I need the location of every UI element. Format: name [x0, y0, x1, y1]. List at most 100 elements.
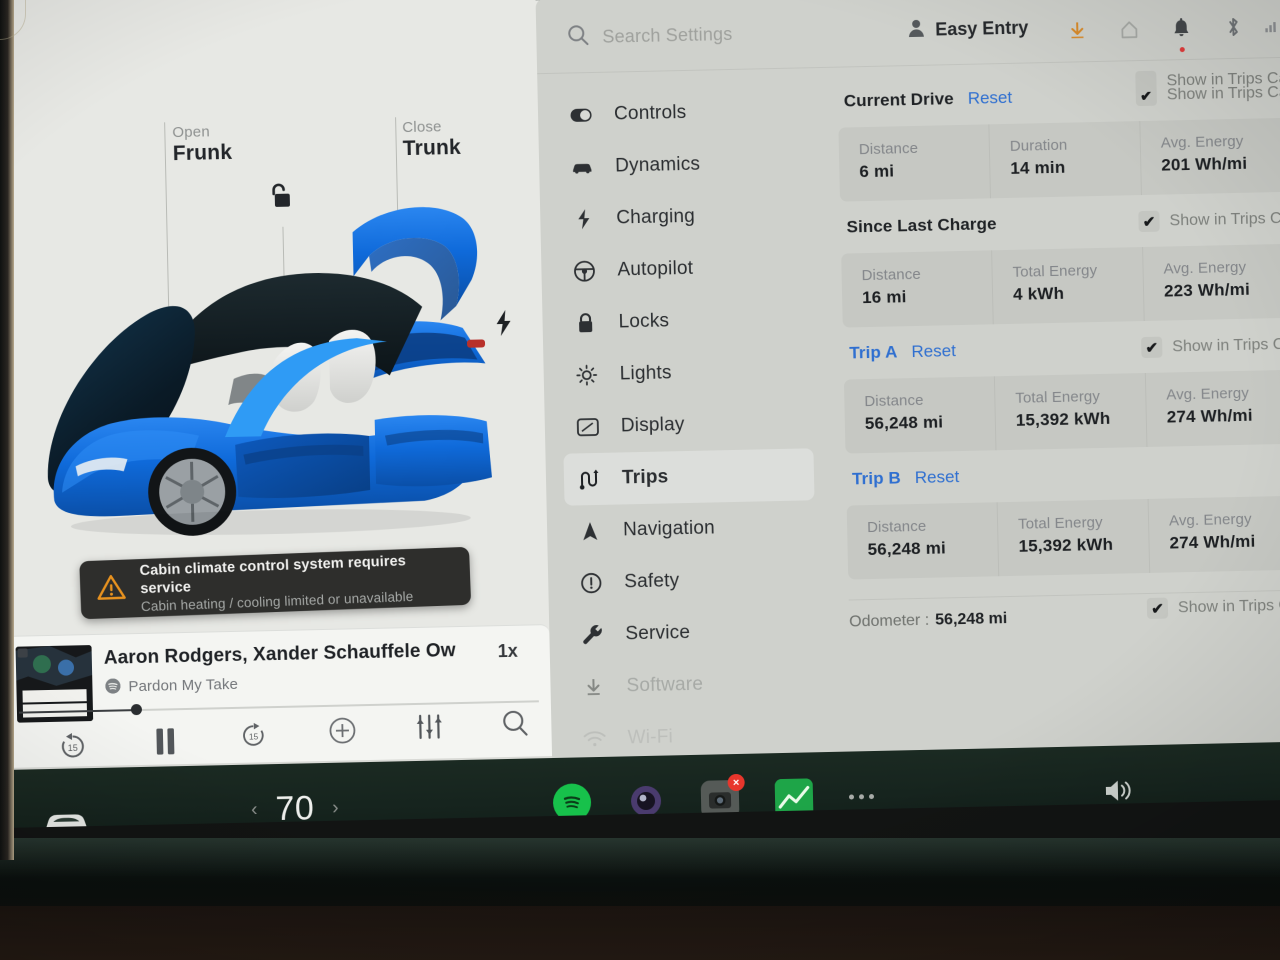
- checkbox-label: Show in Trips Ca: [1172, 335, 1280, 355]
- camera-app-icon[interactable]: ×: [700, 773, 745, 819]
- sidebar-label: Charging: [616, 205, 696, 229]
- temp-increase-button[interactable]: ›: [332, 797, 339, 819]
- sidebar-item-service[interactable]: Service: [567, 604, 818, 661]
- frunk-button[interactable]: Open Frunk: [172, 123, 232, 167]
- checkbox-unchecked[interactable]: ✔: [1135, 70, 1157, 93]
- search-input[interactable]: Search Settings: [602, 24, 733, 48]
- trip-section-title[interactable]: Trip A: [849, 342, 898, 363]
- progress-fill: [18, 709, 137, 714]
- trip-section-title: Since Last Charge: [846, 214, 997, 237]
- settings-topbar: Search Settings Easy Entry: [535, 0, 1280, 75]
- progress-knob[interactable]: [130, 703, 143, 716]
- volume-icon[interactable]: [1103, 777, 1136, 809]
- stat-cell: Avg. Energy 223 Wh/mi: [1143, 244, 1280, 321]
- browser-app-icon[interactable]: [627, 782, 666, 821]
- stat-value: 223 Wh/mi: [1163, 279, 1251, 301]
- temp-decrease-button[interactable]: ‹: [251, 799, 258, 821]
- odometer-row: Odometer : 56,248 mi ✔ Show in Trips Ca: [848, 589, 1280, 634]
- wifi-icon: [583, 731, 606, 747]
- stat-value: 15,392 kWh: [1018, 534, 1114, 556]
- show-in-trips-card-toggle[interactable]: ✔ Show in Trips Ca: [1138, 208, 1280, 233]
- trip-stats-card: Distance 56,248 mi Total Energy 15,392 k…: [846, 495, 1280, 580]
- temperature-value[interactable]: 70: [275, 789, 315, 828]
- sidebar-label: Service: [625, 621, 691, 645]
- odometer-label: Odometer :: [848, 611, 930, 631]
- media-progress-slider[interactable]: [18, 694, 539, 719]
- spotify-app-icon[interactable]: [552, 783, 592, 823]
- trip-stats-card: Distance 6 mi Duration 14 min Avg. Energ…: [838, 117, 1280, 202]
- sidebar-label: Trips: [621, 466, 669, 489]
- screen-glare: [0, 838, 1280, 878]
- stat-cell: Distance 16 mi: [841, 250, 994, 328]
- stat-label: Avg. Energy: [1168, 510, 1252, 530]
- show-in-trips-card-toggle[interactable]: ✔ Show in Trips Ca: [1141, 334, 1280, 359]
- home-icon[interactable]: [1103, 9, 1156, 50]
- media-player-card[interactable]: Aaron Rodgers, Xander Schauffele Ow Pard…: [3, 624, 553, 768]
- stat-value: 14 min: [1010, 157, 1066, 178]
- playback-speed-button[interactable]: 1x: [497, 641, 517, 662]
- stat-cell: Duration 14 min: [989, 121, 1142, 199]
- search-icon[interactable]: [566, 23, 591, 53]
- alert-circle-icon: [580, 572, 602, 594]
- checkbox-checked[interactable]: ✔: [1138, 210, 1160, 233]
- bolt-icon: [572, 208, 594, 230]
- profile-name: Easy Entry: [935, 17, 1029, 40]
- profile-button[interactable]: Easy Entry: [906, 15, 1029, 43]
- sidebar-item-trips[interactable]: Trips: [563, 448, 815, 506]
- sidebar-item-wifi[interactable]: Wi-Fi: [569, 708, 820, 758]
- reset-button[interactable]: Reset: [911, 341, 956, 362]
- svg-text:15: 15: [68, 743, 78, 753]
- climate-control[interactable]: ‹ 70 ›: [251, 789, 339, 829]
- sidebar-item-dynamics[interactable]: Dynamics: [557, 136, 808, 193]
- person-icon: [906, 18, 927, 43]
- screen-bezel-left: [0, 0, 14, 860]
- show-in-trips-card-toggle[interactable]: ✔ Show in Trips Ca: [1135, 68, 1280, 93]
- pause-icon[interactable]: [151, 725, 180, 763]
- reset-button[interactable]: Reset: [968, 88, 1013, 109]
- sidebar-label: Autopilot: [617, 257, 694, 281]
- trip-section-title[interactable]: Trip B: [852, 468, 901, 489]
- checkbox-label: Show in Trips Ca: [1177, 596, 1280, 616]
- toybox-app-icon[interactable]: [774, 778, 814, 818]
- forward-15-icon[interactable]: 15: [239, 721, 268, 755]
- sidebar-item-lights[interactable]: Lights: [561, 344, 812, 401]
- sidebar-item-navigation[interactable]: Navigation: [565, 500, 816, 557]
- trunk-button[interactable]: Close Trunk: [402, 118, 461, 162]
- sidebar-item-display[interactable]: Display: [562, 396, 813, 453]
- search-icon[interactable]: [499, 707, 532, 745]
- settings-panel: Search Settings Easy Entry Controls Dyna…: [535, 0, 1280, 759]
- sidebar-item-charging[interactable]: Charging: [558, 188, 809, 245]
- bell-icon[interactable]: [1155, 8, 1208, 53]
- more-apps-icon[interactable]: [848, 777, 875, 816]
- stat-value: 56,248 mi: [864, 412, 944, 434]
- reset-button[interactable]: Reset: [915, 467, 960, 488]
- sidebar-item-software[interactable]: Software: [568, 656, 819, 713]
- show-in-trips-card-toggle[interactable]: ✔ Show in Trips Ca: [1146, 595, 1280, 620]
- checkbox-label: Show in Trips Ca: [1169, 209, 1280, 229]
- trips-content: Current Drive Reset ✔ Show in Trips Ca D…: [838, 69, 1280, 634]
- rewind-15-icon[interactable]: 15: [57, 731, 88, 767]
- display-icon: [576, 418, 599, 437]
- equalizer-icon[interactable]: [413, 711, 446, 747]
- stat-value: 4 kWh: [1012, 283, 1065, 304]
- stat-cell: Avg. Energy 274 Wh/mi: [1146, 370, 1280, 447]
- download-icon: [582, 677, 604, 697]
- sidebar-item-autopilot[interactable]: Autopilot: [559, 240, 810, 297]
- stat-label: Distance: [858, 139, 919, 159]
- checkbox-checked[interactable]: ✔: [1141, 336, 1163, 359]
- vehicle-illustration[interactable]: [34, 186, 542, 562]
- frunk-name-label: Frunk: [172, 140, 233, 166]
- stat-label: Distance: [861, 265, 921, 285]
- bluetooth-icon[interactable]: [1207, 6, 1260, 47]
- stat-value: 274 Wh/mi: [1166, 405, 1253, 427]
- sidebar-item-controls[interactable]: Controls: [556, 84, 807, 141]
- trunk-action-label: Close: [402, 118, 442, 137]
- sidebar-item-safety[interactable]: Safety: [566, 552, 817, 609]
- car-front-icon[interactable]: [43, 808, 90, 829]
- stat-cell: Avg. Energy 274 Wh/mi: [1149, 496, 1280, 573]
- sidebar-item-locks[interactable]: Locks: [560, 292, 811, 349]
- add-icon[interactable]: [327, 715, 358, 751]
- front-door: [235, 433, 371, 499]
- checkbox-checked[interactable]: ✔: [1146, 597, 1169, 620]
- download-icon[interactable]: [1051, 10, 1104, 51]
